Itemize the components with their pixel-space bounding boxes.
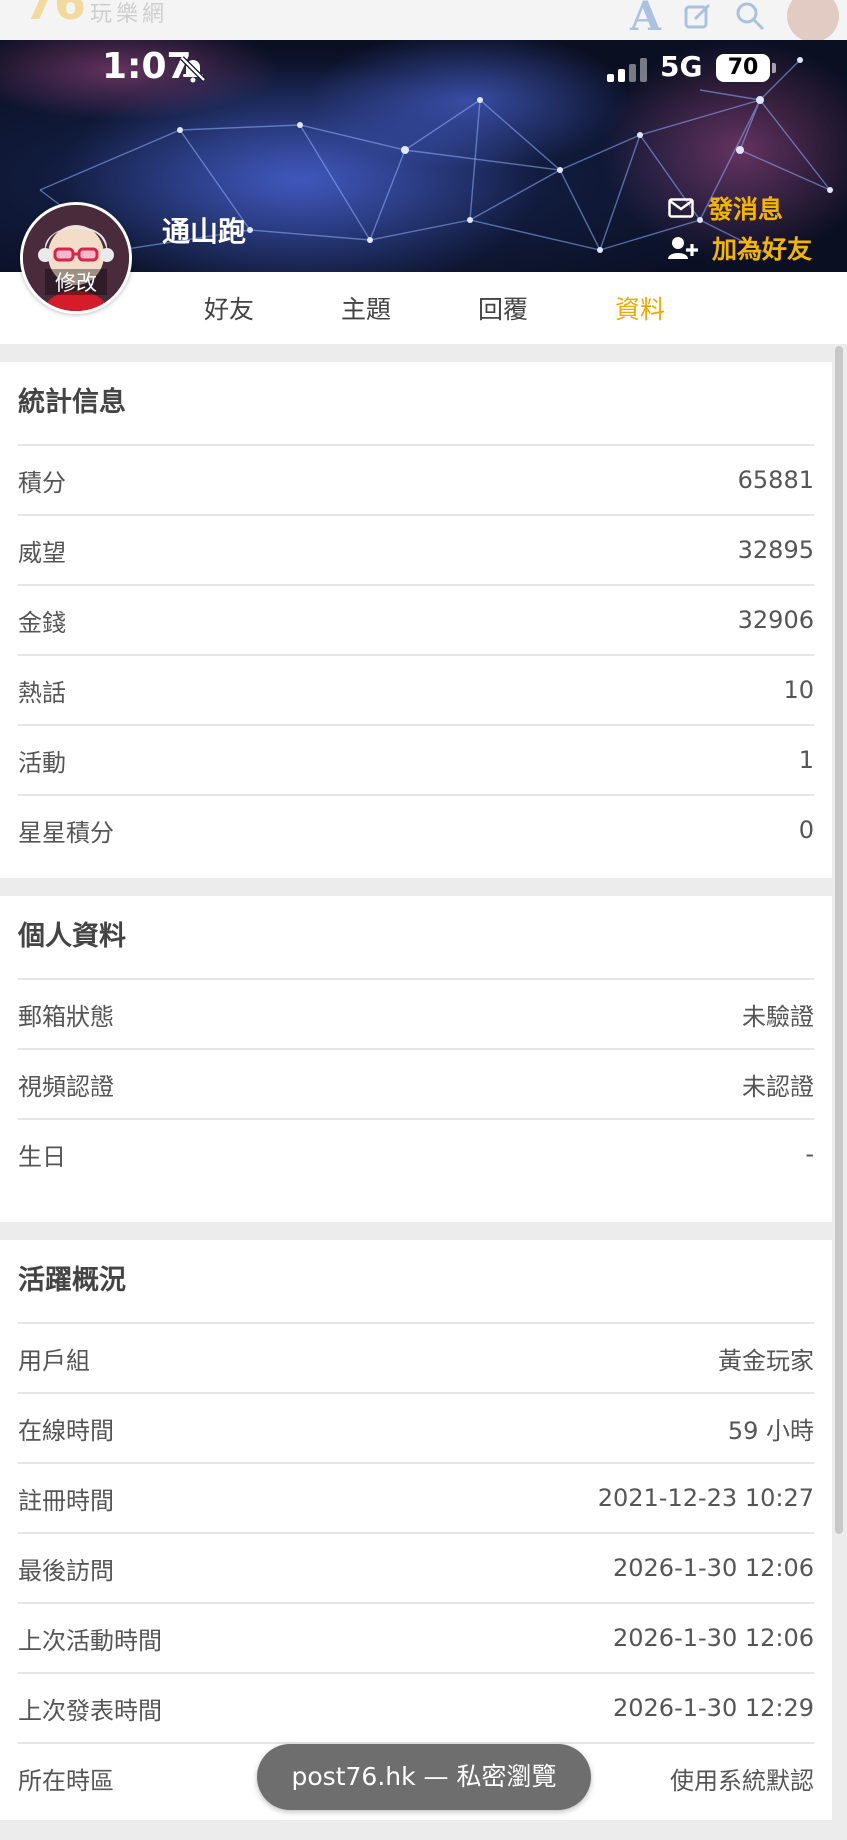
battery-indicator: 70 [716, 54, 776, 82]
activity-value: 59 小時 [727, 1416, 814, 1445]
activity-label: 上次活動時間 [18, 1626, 162, 1655]
send-message-label: 發消息 [708, 195, 784, 224]
stat-label: 活動 [18, 748, 66, 777]
activity-label: 上次發表時間 [18, 1696, 162, 1725]
header-icons: A [630, 0, 839, 40]
activity-label: 在線時間 [18, 1416, 114, 1445]
private-browsing-address-pill[interactable]: post76.hk — 私密瀏覽 [257, 1744, 591, 1810]
search-icon[interactable] [735, 1, 765, 31]
personal-info-section: 個人資料 郵箱狀態 未驗證 視頻認證 未認證 生日 - [0, 896, 832, 1222]
activity-row: 在線時間 59 小時 [18, 1392, 814, 1462]
status-bar: 1:07 5G 70 [0, 40, 847, 100]
activity-value: 2021-12-23 10:27 [597, 1484, 814, 1512]
personal-info-value: 未認證 [742, 1072, 814, 1101]
activity-title: 活躍概況 [18, 1265, 126, 1296]
network-type: 5G [660, 50, 703, 83]
logo-text: 玩樂網 [90, 2, 169, 27]
activity-section: 活躍概況 用戶組 黃金玩家 在線時間 59 小時 註冊時間 2021-12-23 10… [0, 1240, 832, 1820]
add-friend-button[interactable]: 加為好友 [668, 228, 812, 268]
tab-replies[interactable]: 回覆 [478, 290, 528, 326]
page-scrollbar[interactable] [835, 346, 843, 1534]
stat-label: 積分 [18, 468, 66, 497]
stat-row: 熱話 10 [18, 654, 814, 724]
tab-profile-info[interactable]: 資料 [615, 290, 665, 326]
tab-friends[interactable]: 好友 [204, 290, 254, 326]
avatar[interactable]: 修改 [20, 202, 132, 314]
personal-info-value: - [805, 1140, 814, 1168]
activity-row: 註冊時間 2021-12-23 10:27 [18, 1462, 814, 1532]
personal-info-label: 郵箱狀態 [18, 1002, 114, 1031]
personal-info-label: 視頻認證 [18, 1072, 114, 1101]
stat-label: 星星積分 [18, 818, 114, 847]
font-size-icon[interactable]: A [630, 0, 661, 40]
activity-label: 註冊時間 [18, 1486, 114, 1515]
activity-row: 用戶組 黃金玩家 [18, 1322, 814, 1392]
header-avatar[interactable] [787, 0, 839, 40]
activity-row: 最後訪問 2026-1-30 12:06 [18, 1532, 814, 1602]
activity-label: 用戶組 [18, 1346, 90, 1375]
activity-value: 2026-1-30 12:06 [613, 1554, 814, 1582]
personal-info-row: 郵箱狀態 未驗證 [18, 978, 814, 1048]
activity-value: 黃金玩家 [718, 1346, 814, 1375]
activity-value: 2026-1-30 12:29 [613, 1694, 814, 1722]
activity-value: 使用系統默認 [670, 1766, 814, 1795]
activity-row: 上次活動時間 2026-1-30 12:06 [18, 1602, 814, 1672]
stat-row: 金錢 32906 [18, 584, 814, 654]
profile-username: 通山跑 [162, 215, 247, 248]
logo-number: 76 [24, 0, 86, 30]
stat-value: 0 [798, 816, 814, 844]
add-friend-label: 加為好友 [712, 235, 813, 264]
cellular-signal-icon [607, 58, 647, 82]
stat-label: 威望 [18, 538, 66, 567]
stat-value: 10 [783, 676, 814, 704]
activity-label: 最後訪問 [18, 1556, 114, 1585]
site-logo[interactable]: 76 玩樂網 [24, 0, 168, 26]
personal-info-label: 生日 [18, 1142, 66, 1171]
personal-info-title: 個人資料 [18, 921, 126, 952]
stat-row: 活動 1 [18, 724, 814, 794]
activity-row: 上次發表時間 2026-1-30 12:29 [18, 1672, 814, 1742]
activity-value: 2026-1-30 12:06 [613, 1624, 814, 1652]
stats-title: 統計信息 [18, 387, 126, 418]
stat-row: 威望 32895 [18, 514, 814, 584]
tab-topics[interactable]: 主題 [341, 290, 391, 326]
personal-info-row: 視頻認證 未認證 [18, 1048, 814, 1118]
edit-icon[interactable] [683, 1, 713, 31]
avatar-edit-label[interactable]: 修改 [23, 267, 129, 297]
stat-label: 金錢 [18, 608, 66, 637]
send-message-button[interactable]: 發消息 [668, 188, 812, 228]
stat-value: 65881 [737, 466, 814, 494]
envelope-icon [668, 198, 694, 218]
profile-actions: 發消息 加為好友 [668, 188, 812, 268]
add-user-icon [668, 237, 698, 259]
stats-section: 統計信息 積分 65881 威望 32895 金錢 32906 熱話 10 活動 1 星星… [0, 362, 832, 878]
stat-value: 32895 [737, 536, 814, 564]
site-header: 76 玩樂網 A [0, 0, 847, 40]
personal-info-value: 未驗證 [742, 1002, 814, 1031]
stat-value: 1 [798, 746, 814, 774]
stat-label: 熱話 [18, 678, 66, 707]
stat-row: 積分 65881 [18, 444, 814, 514]
activity-label: 所在時區 [18, 1766, 114, 1795]
stat-row: 星星積分 0 [18, 794, 814, 864]
personal-info-row: 生日 - [18, 1118, 814, 1188]
bell-muted-icon [180, 56, 206, 83]
stat-value: 32906 [737, 606, 814, 634]
profile-page: 76 玩樂網 A 1:07 5G 70 通山跑 發消息 加為好友 修改 好友 主… [0, 0, 847, 1840]
